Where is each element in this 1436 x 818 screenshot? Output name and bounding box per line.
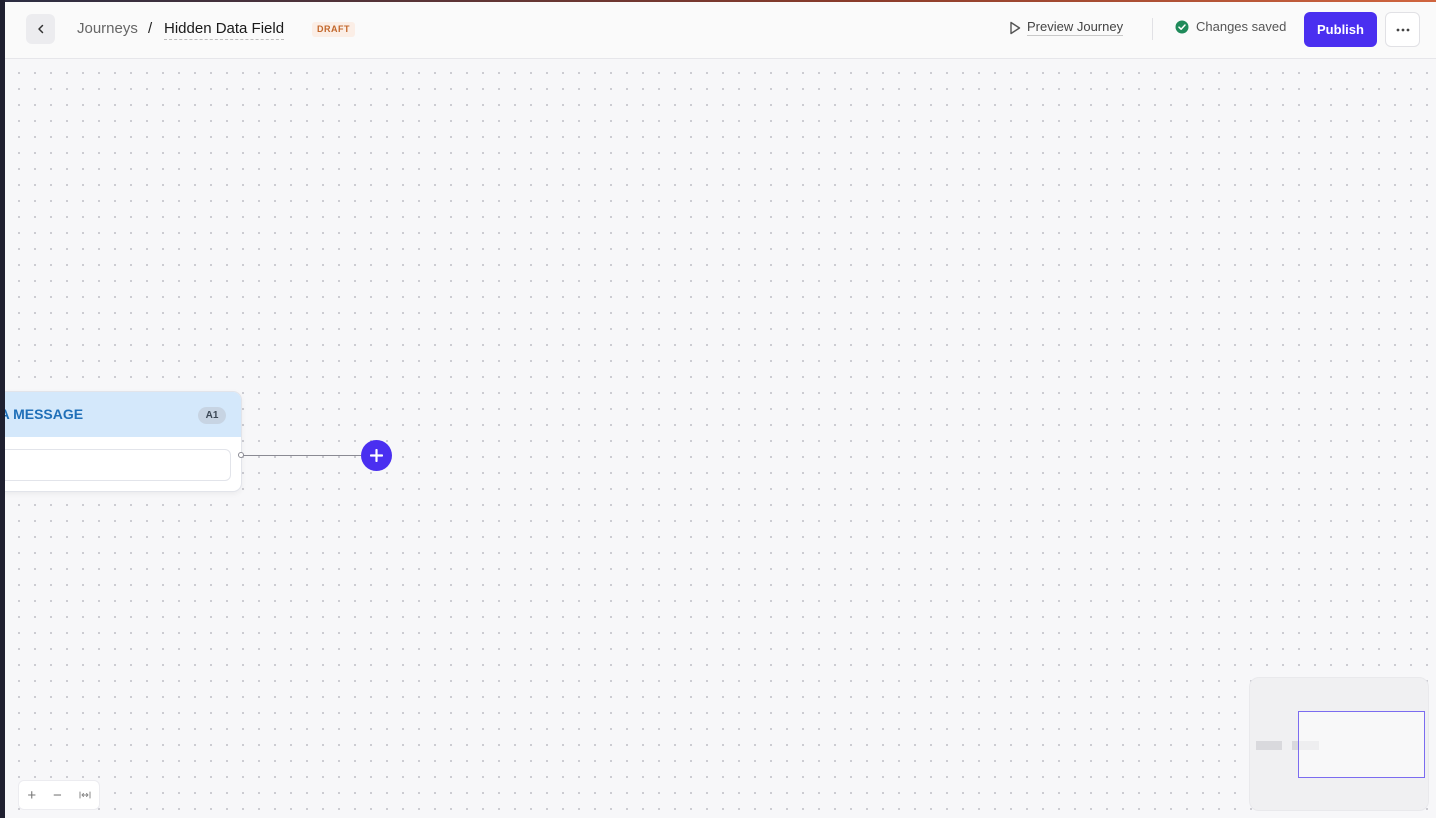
more-options-button[interactable] [1385,12,1420,47]
zoom-in-button[interactable]: + [27,787,36,804]
preview-journey-button[interactable]: Preview Journey [1009,19,1124,36]
save-status: Changes saved [1175,19,1286,34]
node-connector-line [241,455,361,456]
breadcrumb-journeys-link[interactable]: Journeys [77,20,138,37]
journey-header: Journeys / Hidden Data Field DRAFT Previ… [5,2,1436,59]
play-icon [1010,21,1021,34]
minimap-node [1256,741,1282,750]
journey-canvas[interactable]: ND A MESSAGE A1 + − [5,59,1436,818]
minimap[interactable] [1249,677,1429,811]
fit-view-button[interactable] [79,791,91,799]
chevron-left-icon [37,24,43,34]
back-button[interactable] [26,14,55,44]
node-message-field[interactable] [5,449,231,481]
publish-button[interactable]: Publish [1304,12,1377,47]
zoom-controls: + − [18,780,100,810]
header-divider [1152,18,1153,40]
zoom-out-button[interactable]: − [53,787,62,804]
status-badge: DRAFT [312,22,355,37]
node-tag: A1 [198,407,226,424]
node-output-handle[interactable] [238,452,244,458]
breadcrumb-separator: / [148,20,153,37]
plus-icon [370,449,383,462]
minimap-viewport[interactable] [1298,711,1425,778]
fit-width-icon [79,791,91,799]
journey-name-editable[interactable]: Hidden Data Field [164,20,285,40]
preview-journey-label: Preview Journey [1027,19,1124,36]
node-title: ND A MESSAGE [5,406,84,422]
ellipsis-icon [1396,28,1409,31]
node-header: ND A MESSAGE A1 [5,392,241,437]
check-circle-icon [1175,20,1189,33]
add-step-button[interactable] [361,440,392,471]
save-status-label: Changes saved [1196,19,1287,34]
journey-node-send-message[interactable]: ND A MESSAGE A1 [5,391,242,492]
